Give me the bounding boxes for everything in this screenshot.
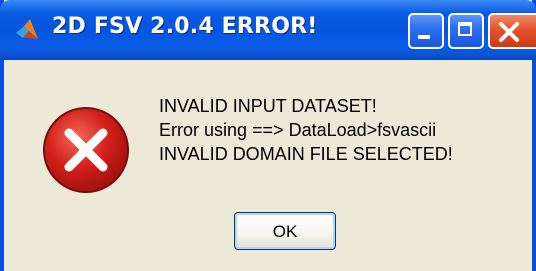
message-line: INVALID INPUT DATASET! [159, 96, 377, 116]
maximize-icon [458, 22, 472, 36]
error-dialog-window: 2D FSV 2.0.4 ERROR! INVALID INPUT DATASE… [0, 0, 536, 271]
window-title: 2D FSV 2.0.4 ERROR! [52, 14, 318, 39]
error-message: INVALID INPUT DATASET! Error using ==> D… [159, 94, 453, 166]
matlab-logo-icon [16, 19, 38, 39]
minimize-icon [418, 35, 430, 39]
close-icon [499, 22, 519, 42]
minimize-button[interactable] [408, 13, 444, 49]
title-bar[interactable]: 2D FSV 2.0.4 ERROR! [0, 0, 536, 60]
ok-button[interactable]: OK [234, 212, 336, 250]
maximize-button[interactable] [448, 13, 484, 49]
message-line: Error using ==> DataLoad>fsvascii [159, 120, 437, 140]
error-icon [43, 107, 129, 193]
message-line: INVALID DOMAIN FILE SELECTED! [159, 144, 453, 164]
close-button[interactable] [488, 13, 536, 49]
